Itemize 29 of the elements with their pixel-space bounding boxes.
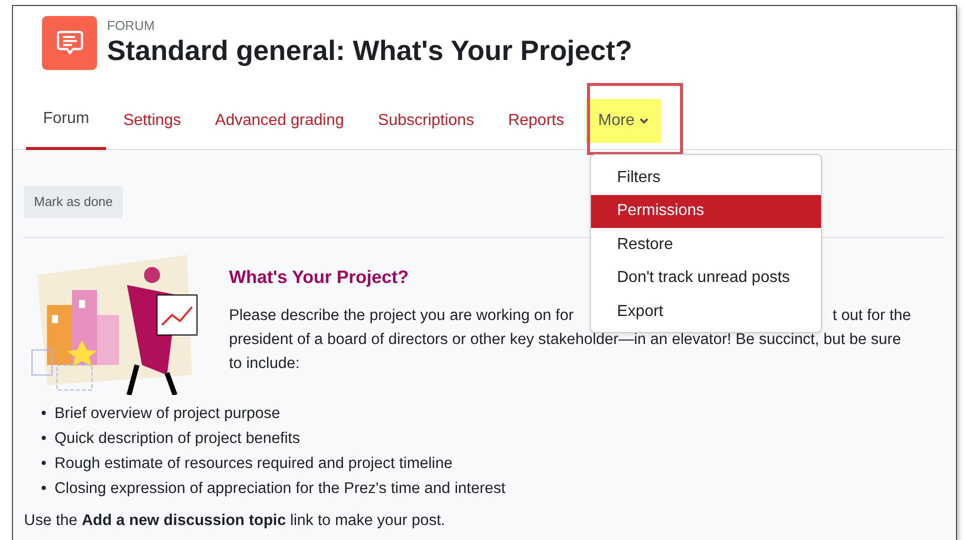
mark-as-done-button[interactable]: Mark as done (24, 186, 123, 218)
menu-item[interactable]: Filters (591, 161, 821, 194)
bullet-marker: • (41, 478, 46, 498)
nav-tab[interactable]: Advanced grading (198, 92, 362, 150)
forum-icon (42, 16, 97, 70)
page-title: Standard general: What's Your Project? (107, 34, 632, 68)
module-type-label: FORUM (107, 18, 156, 34)
bullet-item: Brief overview of project purpose (54, 404, 280, 424)
paragraph-text: to include: (229, 354, 301, 374)
menu-item[interactable]: Export (591, 295, 821, 328)
caret-icon (638, 116, 649, 124)
paragraph-text: president of a board of directors or other key stakeholder—in an elevator! Be succinct, but be sure (229, 330, 902, 350)
menu-item[interactable]: Permissions (591, 194, 821, 228)
bullet-item: Closing expression of appreciation for the Prez's time and interest (54, 478, 506, 498)
nav-tab[interactable]: Subscriptions (361, 92, 492, 150)
section-heading: What's Your Project? (229, 266, 409, 289)
nav-tab[interactable]: Settings (106, 92, 198, 150)
bullet-item: Rough estimate of resources required and project timeline (54, 454, 452, 474)
menu-item[interactable]: Restore (591, 228, 821, 262)
paragraph-text: Please describe the project you are working on for (229, 306, 574, 326)
paragraph-text: t out for the (832, 306, 911, 326)
more-dropdown-tab[interactable]: More (586, 98, 661, 142)
menu-item[interactable]: Don't track unread posts (591, 262, 821, 295)
bullet-item: Quick description of project benefits (54, 428, 300, 448)
nav-tab[interactable]: Reports (491, 92, 582, 150)
bullet-marker: • (41, 404, 46, 424)
instruction-text: Use the Add a new discussion topic link to make your post. (24, 510, 446, 530)
bullet-marker: • (41, 428, 46, 448)
bullet-marker: • (41, 454, 46, 474)
